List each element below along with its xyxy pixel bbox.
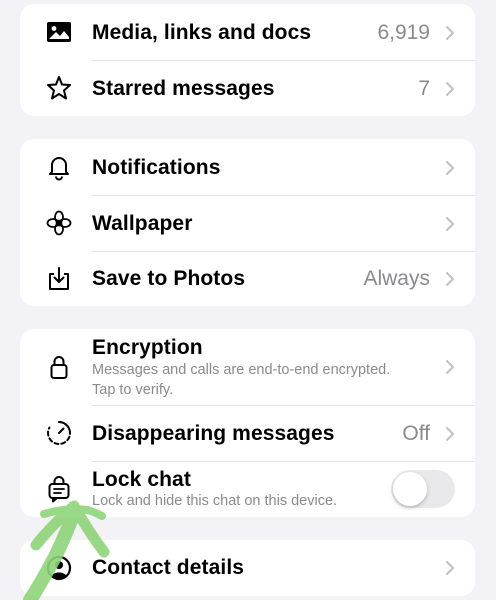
chevron-right-icon	[445, 426, 455, 442]
save-to-photos-value: Always	[363, 267, 430, 290]
settings-group: Notifications Wallpaper Save to Photos A…	[20, 139, 475, 306]
lock-chat-label: Lock chat	[92, 468, 191, 491]
media-links-docs-label: Media, links and docs	[92, 21, 312, 44]
starred-messages-row[interactable]: Starred messages 7	[20, 60, 475, 116]
chevron-right-icon	[445, 160, 455, 176]
notifications-row[interactable]: Notifications	[20, 139, 475, 195]
save-to-photos-row[interactable]: Save to Photos Always	[20, 251, 475, 306]
encryption-label: Encryption	[92, 336, 203, 359]
chevron-right-icon	[445, 271, 455, 287]
timer-icon	[44, 418, 74, 448]
lock-chat-subtitle: Lock and hide this chat on this device.	[92, 493, 338, 509]
contact-details-row[interactable]: Contact details	[20, 540, 475, 596]
chat-lock-icon	[44, 474, 74, 504]
photo-icon	[44, 17, 74, 47]
starred-messages-label: Starred messages	[92, 77, 275, 100]
lock-chat-row: Lock chat Lock and hide this chat on thi…	[20, 461, 475, 517]
media-links-docs-row[interactable]: Media, links and docs 6,919	[20, 4, 475, 60]
chevron-right-icon	[445, 81, 455, 97]
wallpaper-row[interactable]: Wallpaper	[20, 195, 475, 251]
chevron-right-icon	[445, 560, 455, 576]
user-circle-icon	[44, 553, 74, 583]
disappearing-messages-row[interactable]: Disappearing messages Off	[20, 405, 475, 461]
wallpaper-label: Wallpaper	[92, 212, 193, 235]
toggle-knob	[393, 472, 427, 506]
save-to-photos-label: Save to Photos	[92, 267, 246, 290]
contact-group: Contact details	[20, 540, 475, 596]
chevron-right-icon	[445, 359, 455, 375]
privacy-group: Encryption Messages and calls are end-to…	[20, 329, 475, 517]
chevron-right-icon	[445, 216, 455, 232]
download-icon	[44, 264, 74, 294]
starred-count: 7	[418, 77, 430, 100]
disappearing-messages-value: Off	[402, 422, 430, 445]
lock-chat-toggle[interactable]	[391, 470, 455, 508]
media-count: 6,919	[377, 21, 430, 44]
notifications-label: Notifications	[92, 156, 221, 179]
media-starred-group: Media, links and docs 6,919 Starred mess…	[20, 4, 475, 116]
flower-icon	[44, 208, 74, 238]
encryption-subtitle: Messages and calls are end-to-end encryp…	[92, 362, 391, 398]
lock-icon	[44, 352, 74, 382]
disappearing-messages-label: Disappearing messages	[92, 422, 335, 445]
encryption-row[interactable]: Encryption Messages and calls are end-to…	[20, 329, 475, 405]
chevron-right-icon	[445, 25, 455, 41]
contact-details-label: Contact details	[92, 556, 245, 579]
bell-icon	[44, 152, 74, 182]
star-icon	[44, 73, 74, 103]
